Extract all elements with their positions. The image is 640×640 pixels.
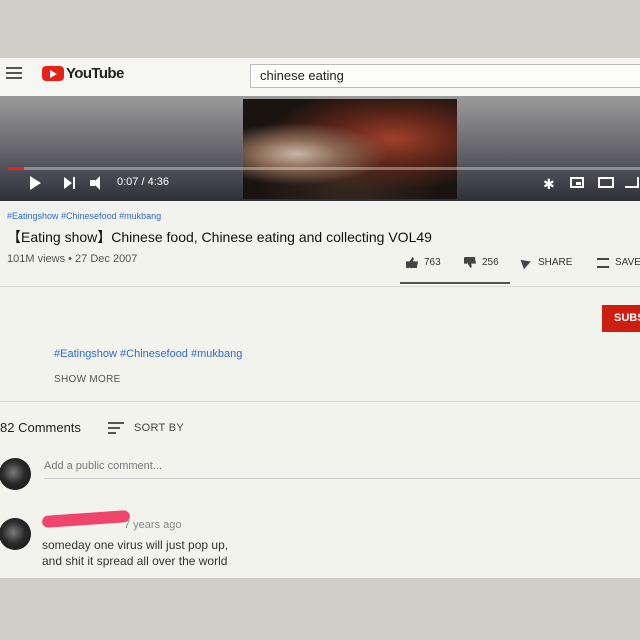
share-label: SHARE bbox=[538, 257, 573, 268]
subscribe-button[interactable]: SUBS bbox=[602, 305, 640, 332]
save-playlist-icon bbox=[597, 257, 609, 268]
cast-icon[interactable] bbox=[625, 177, 639, 188]
share-icon bbox=[520, 256, 533, 269]
share-button[interactable]: SHARE bbox=[520, 256, 573, 269]
like-button[interactable]: 763 bbox=[406, 257, 441, 268]
description-hashtags[interactable]: #Eatingshow #Chinesefood #mukbang bbox=[54, 348, 242, 360]
sentiment-bar bbox=[400, 282, 510, 284]
logo-text: YouTube bbox=[66, 65, 124, 82]
video-player[interactable]: 0:07 / 4:36 ✱ bbox=[0, 96, 640, 201]
comments-count: 82 Comments bbox=[0, 420, 81, 435]
search-input-value: chinese eating bbox=[260, 68, 344, 83]
video-hashtags[interactable]: #Eatingshow #Chinesefood #mukbang bbox=[7, 211, 161, 221]
avatar bbox=[0, 458, 31, 490]
like-count: 763 bbox=[424, 257, 441, 268]
video-frame[interactable] bbox=[243, 99, 457, 199]
save-label: SAVE bbox=[615, 257, 640, 268]
progress-bar[interactable] bbox=[8, 167, 640, 170]
play-icon[interactable] bbox=[30, 176, 41, 190]
screen: YouTube chinese eating 0:07 / 4:36 ✱ #Ea… bbox=[0, 58, 640, 578]
time-display: 0:07 / 4:36 bbox=[117, 176, 169, 188]
youtube-logo[interactable]: YouTube bbox=[42, 65, 124, 82]
divider bbox=[0, 286, 640, 287]
top-bar: YouTube chinese eating bbox=[0, 58, 640, 96]
comment-text-line: and shit it spread all over the world bbox=[42, 554, 228, 568]
dislike-button[interactable]: 256 bbox=[464, 257, 499, 268]
thumbs-down-icon bbox=[464, 257, 476, 268]
video-meta: 101M views • 27 Dec 2007 bbox=[7, 253, 138, 265]
sort-by-button[interactable]: SORT BY bbox=[134, 422, 184, 434]
commenter-avatar[interactable] bbox=[0, 518, 31, 550]
add-comment-input[interactable]: Add a public comment... bbox=[44, 460, 162, 472]
youtube-play-icon bbox=[42, 66, 64, 81]
divider bbox=[0, 401, 640, 402]
add-comment-underline bbox=[44, 478, 640, 479]
redaction-mark bbox=[41, 509, 131, 529]
volume-icon[interactable] bbox=[90, 176, 106, 190]
theater-mode-icon[interactable] bbox=[598, 177, 614, 188]
progress-fill bbox=[8, 167, 24, 170]
comment-time[interactable]: 7 years ago bbox=[124, 519, 181, 531]
dislike-count: 256 bbox=[482, 257, 499, 268]
show-more-button[interactable]: SHOW MORE bbox=[54, 374, 121, 385]
next-icon[interactable] bbox=[64, 177, 76, 189]
thumbs-up-icon bbox=[406, 257, 418, 268]
gear-icon[interactable]: ✱ bbox=[543, 176, 555, 193]
save-button[interactable]: SAVE bbox=[597, 257, 640, 268]
comment-text-line: someday one virus will just pop up, bbox=[42, 538, 229, 552]
miniplayer-icon[interactable] bbox=[570, 177, 584, 188]
search-input[interactable]: chinese eating bbox=[250, 64, 640, 88]
video-title: 【Eating show】Chinese food, Chinese eatin… bbox=[7, 229, 432, 245]
hamburger-menu-icon[interactable] bbox=[6, 67, 22, 79]
sort-icon[interactable] bbox=[108, 422, 124, 434]
